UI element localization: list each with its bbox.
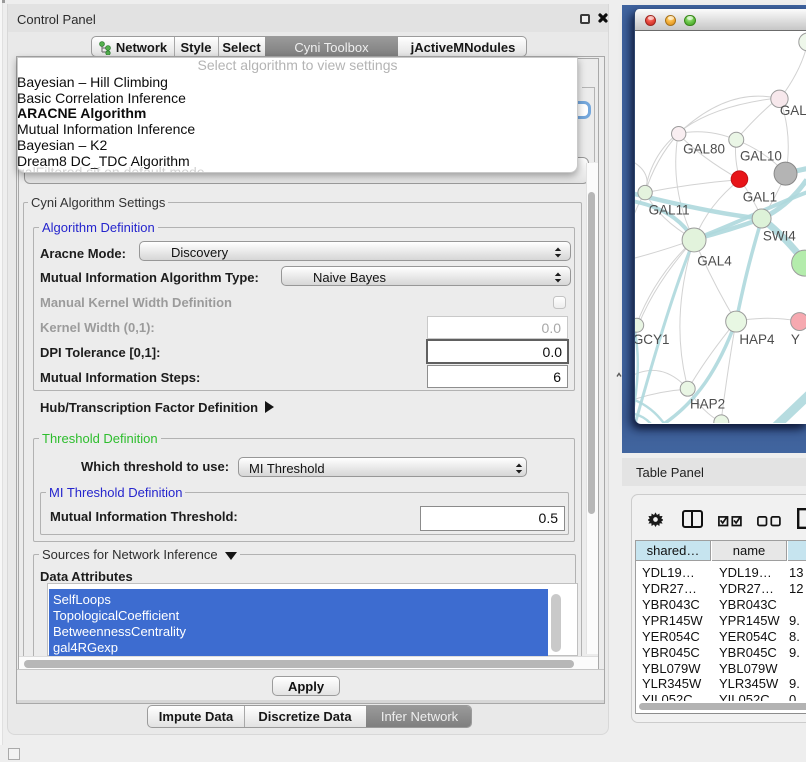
svg-text:GAL4: GAL4 (697, 253, 732, 268)
svg-text:GAL80: GAL80 (683, 142, 725, 157)
svg-text:Y: Y (791, 332, 800, 347)
svg-text:GAL1: GAL1 (743, 190, 777, 205)
svg-text:HAP2: HAP2 (690, 397, 725, 412)
svg-text:GAL10: GAL10 (740, 149, 782, 164)
svg-text:GCY1: GCY1 (635, 332, 669, 347)
svg-text:GAL11: GAL11 (649, 203, 690, 218)
svg-text:SWI4: SWI4 (763, 228, 796, 243)
svg-text:GAL2: GAL2 (780, 103, 806, 118)
svg-text:HAP4: HAP4 (739, 332, 775, 347)
